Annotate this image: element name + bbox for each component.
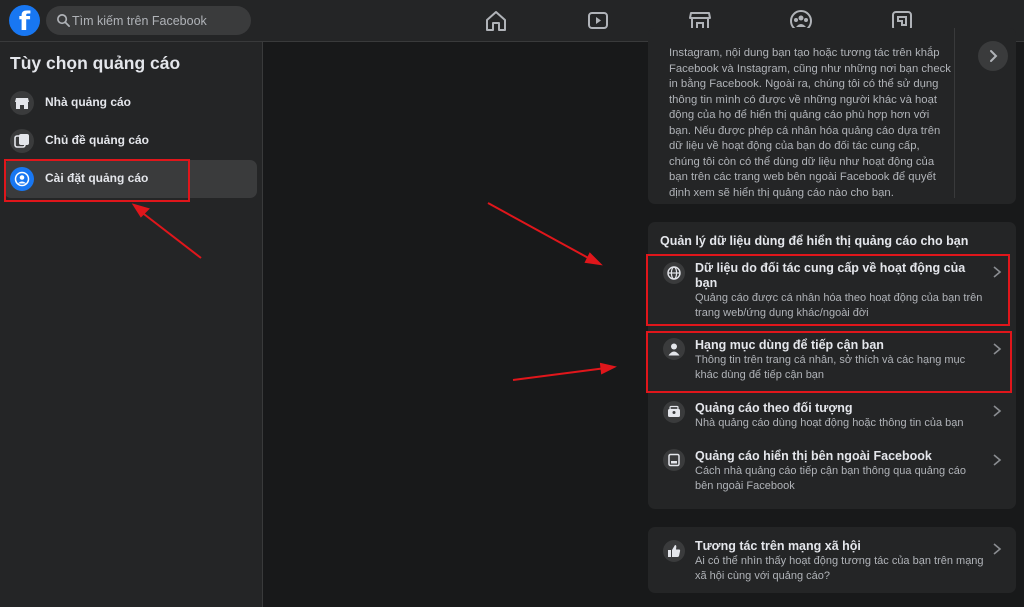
annotation-arrow [512, 367, 607, 381]
row-description: Ai có thể nhìn thấy hoạt động tương tác … [695, 555, 984, 582]
thumbs-up-icon [663, 540, 685, 562]
highlight-box [4, 159, 190, 202]
row-title: Quảng cáo hiển thị bên ngoài Facebook [695, 449, 932, 463]
paragraph-line: chúng tôi còn có thể dùng dữ liệu như ho… [669, 155, 935, 168]
home-icon[interactable] [483, 8, 509, 34]
annotation-arrowhead [599, 362, 617, 375]
paragraph-line: bạn trên các trang web bên ngoài Faceboo… [669, 171, 936, 183]
paragraph-line: định xem sẽ hiển thị quảng cáo nào cho b… [669, 186, 894, 199]
audience-icon [663, 401, 685, 423]
paragraph-line: thông tin mình có được về những người kh… [669, 93, 937, 106]
search-input[interactable] [72, 6, 247, 35]
paragraph-line: Facebook và Instagram, cũng như những nơ… [669, 62, 951, 75]
ad-preferences-sidebar: Tùy chọn quảng cáo Nhà quảng cáo Chủ đề … [0, 42, 263, 607]
page-title: Tùy chọn quảng cáo [10, 53, 181, 73]
paragraph-line: Instagram, nội dung bạn tạo hoặc tương t… [669, 47, 940, 59]
social-interactions-row[interactable]: Tương tác trên mạng xã hội Ai có thể nhì… [648, 537, 1016, 587]
paragraph-line: dữ liệu về hoạt động của bạn do đối tác … [669, 140, 920, 152]
external-ads-row[interactable]: Quảng cáo hiển thị bên ngoài Facebook Cá… [648, 447, 1016, 497]
divider [954, 28, 955, 198]
highlight-box [646, 254, 1010, 326]
section-heading: Quản lý dữ liệu dùng để hiển thị quảng c… [660, 234, 969, 248]
store-icon [10, 91, 34, 115]
chevron-right-icon [993, 454, 1002, 466]
row-description: Cách nhà quảng cáo tiếp cận bạn thông qu… [695, 465, 966, 492]
watch-video-icon[interactable] [585, 8, 611, 34]
paragraph-line: động của họ để hiển thị quảng cáo phù hợ… [669, 109, 930, 121]
next-button[interactable] [978, 41, 1008, 71]
search-icon [57, 14, 70, 27]
paragraph-line: in bằng Facebook. Ngoài ra, chúng tôi có… [669, 78, 939, 90]
chevron-right-icon [990, 50, 998, 62]
sidebar-item-label: Chủ đề quảng cáo [45, 133, 150, 147]
ad-data-info-card: Instagram, nội dung bạn tạo hoặc tương t… [648, 28, 1016, 204]
sidebar-item-ad-topics[interactable]: Chủ đề quảng cáo [4, 122, 257, 160]
row-title: Tương tác trên mạng xã hội [695, 539, 861, 553]
annotation-arrow [487, 202, 593, 261]
external-ads-icon [663, 449, 685, 471]
highlight-box [646, 331, 1012, 393]
sidebar-item-label: Nhà quảng cáo [45, 95, 132, 109]
facebook-logo-icon[interactable]: f [9, 5, 40, 36]
chevron-right-icon [993, 543, 1002, 555]
search-box[interactable] [46, 6, 251, 35]
topics-icon [10, 129, 34, 153]
annotation-arrowhead [584, 252, 603, 266]
chevron-right-icon [993, 405, 1002, 417]
ad-data-explanation: Instagram, nội dung bạn tạo hoặc tương t… [669, 46, 951, 201]
row-title: Quảng cáo theo đối tượng [695, 401, 853, 415]
audience-ads-row[interactable]: Quảng cáo theo đối tượng Nhà quảng cáo d… [648, 399, 1016, 437]
row-description: Nhà quảng cáo dùng hoạt động hoặc thông … [695, 417, 964, 429]
sidebar-item-advertisers[interactable]: Nhà quảng cáo [4, 84, 257, 122]
paragraph-line: bạn. Nếu được phép cá nhân hóa quảng cáo… [669, 124, 941, 137]
